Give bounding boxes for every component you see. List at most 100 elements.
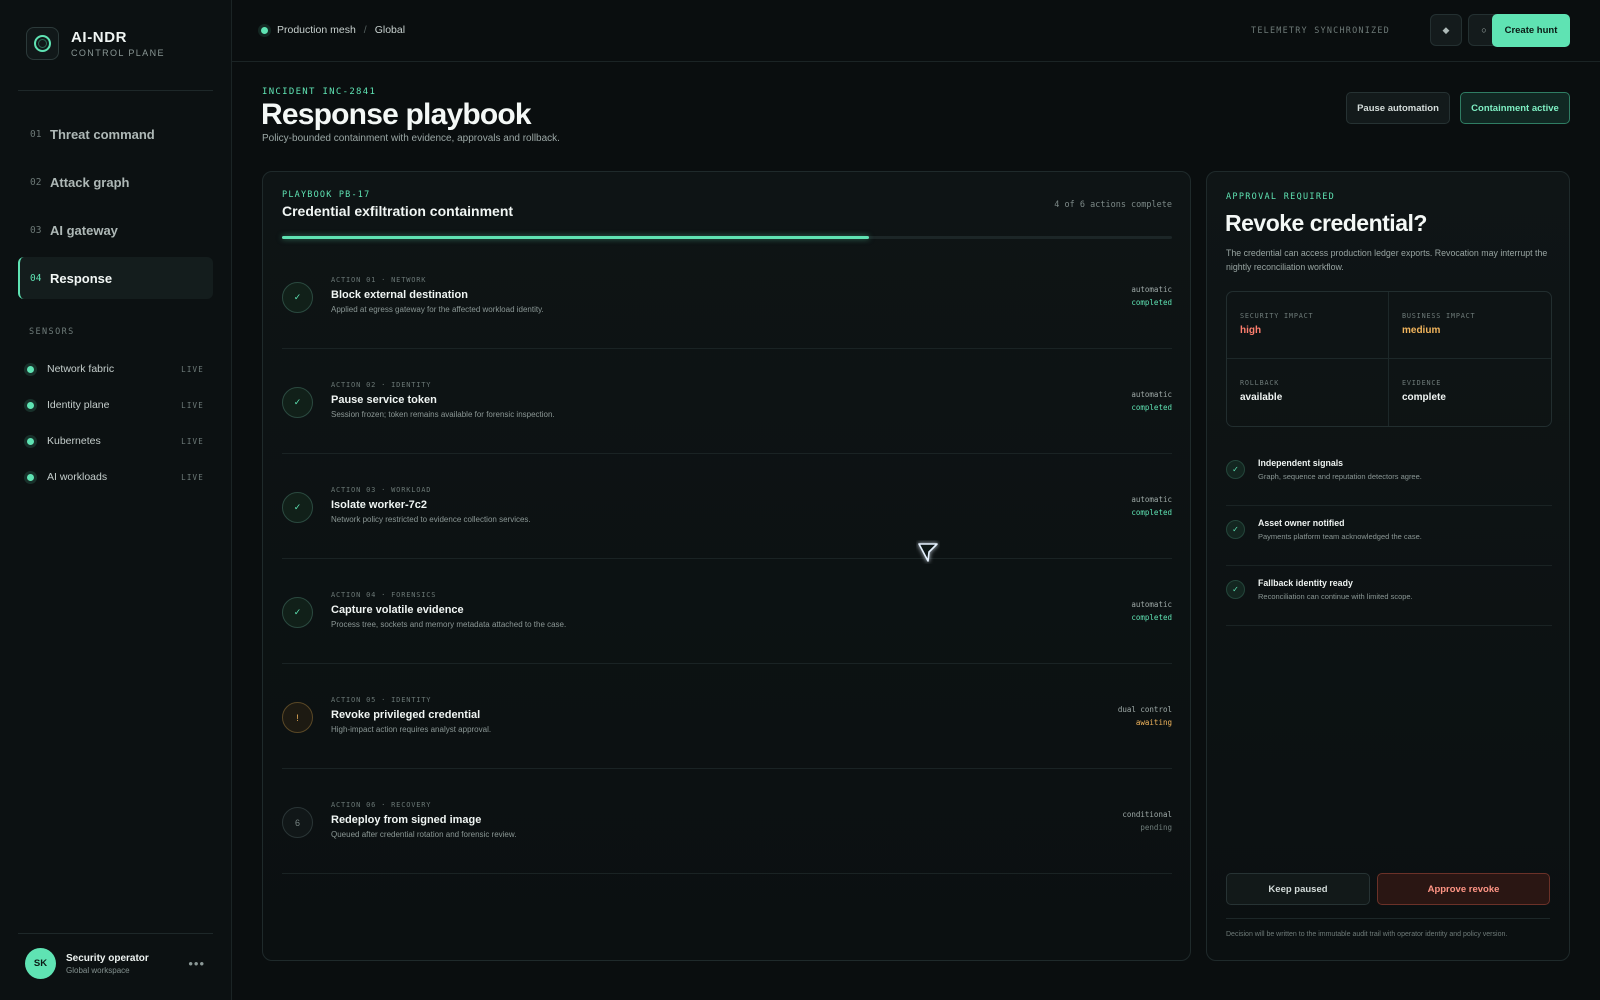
impact-label: SECURITY IMPACT xyxy=(1240,312,1314,320)
approve-revoke-button[interactable]: Approve revoke xyxy=(1377,873,1550,905)
playbook-code: PLAYBOOK PB-17 xyxy=(282,190,371,200)
approval-divider xyxy=(1226,918,1550,919)
telemetry-status: TELEMETRY SYNCHRONIZED xyxy=(1251,26,1390,36)
nav-item-number: 04 xyxy=(30,272,42,284)
action-row[interactable]: ✓ ACTION 04 · FORENSICS Capture volatile… xyxy=(282,559,1172,664)
sensor-status: LIVE xyxy=(181,436,204,446)
impact-value: complete xyxy=(1402,392,1446,403)
check-icon: ✓ xyxy=(1226,520,1245,539)
sidebar-divider xyxy=(18,90,213,91)
brand[interactable]: AI-NDR CONTROL PLANE xyxy=(26,27,165,60)
sensor-network-fabric[interactable]: Network fabric LIVE xyxy=(27,351,204,387)
page-title: Response playbook xyxy=(261,98,532,131)
audit-footnote: Decision will be written to the immutabl… xyxy=(1226,931,1508,938)
warning-icon: ! xyxy=(282,702,313,733)
action-row[interactable]: ! ACTION 05 · IDENTITY Revoke privileged… xyxy=(282,664,1172,769)
keep-paused-button[interactable]: Keep paused xyxy=(1226,873,1370,905)
nav-item-number: 03 xyxy=(30,224,42,236)
action-meta: ACTION 04 · FORENSICS xyxy=(331,591,437,599)
sensor-name: AI workloads xyxy=(47,471,108,483)
sidebar-footer-divider xyxy=(18,933,213,934)
business-impact: BUSINESS IMPACT medium xyxy=(1389,292,1551,359)
action-row[interactable]: ✓ ACTION 02 · IDENTITY Pause service tok… xyxy=(282,349,1172,454)
impact-label: BUSINESS IMPACT xyxy=(1402,312,1476,320)
sensor-identity-plane[interactable]: Identity plane LIVE xyxy=(27,387,204,423)
status-dot-icon xyxy=(27,401,34,409)
nav-item-number: 02 xyxy=(30,176,42,188)
check-icon: ✓ xyxy=(282,387,313,418)
page-subtitle: Policy-bounded containment with evidence… xyxy=(262,133,560,144)
action-row[interactable]: 6 ACTION 06 · RECOVERY Redeploy from sig… xyxy=(282,769,1172,874)
brand-subtitle: CONTROL PLANE xyxy=(71,48,165,58)
breadcrumb-item-production-mesh[interactable]: Production mesh xyxy=(277,24,356,36)
incident-id: INCIDENT INC-2841 xyxy=(262,87,377,97)
breadcrumb-separator: / xyxy=(363,24,367,36)
action-name: Pause service token xyxy=(331,394,437,406)
sensor-ai-workloads[interactable]: AI workloads LIVE xyxy=(27,459,204,495)
action-state: completed xyxy=(1131,298,1172,307)
user-profile[interactable]: SK Security operator Global workspace ••… xyxy=(25,948,205,979)
sensor-kubernetes[interactable]: Kubernetes LIVE xyxy=(27,423,204,459)
action-name: Redeploy from signed image xyxy=(331,814,482,826)
create-hunt-button[interactable]: Create hunt xyxy=(1492,14,1570,47)
impact-value: medium xyxy=(1402,325,1441,336)
action-mode: automatic xyxy=(1131,390,1172,399)
action-description: Process tree, sockets and memory metadat… xyxy=(331,620,567,629)
containment-active-button[interactable]: Containment active xyxy=(1460,92,1570,124)
nav-item-threat-command[interactable]: 01 Threat command xyxy=(18,113,213,155)
action-description: Session frozen; token remains available … xyxy=(331,410,555,419)
action-row[interactable]: ✓ ACTION 01 · NETWORK Block external des… xyxy=(282,244,1172,349)
action-state: completed xyxy=(1131,508,1172,517)
nav-item-response[interactable]: 04 Response xyxy=(18,257,213,299)
sensor-name: Network fabric xyxy=(47,363,115,375)
check-title: Fallback identity ready xyxy=(1258,578,1353,588)
breadcrumb-item-global[interactable]: Global xyxy=(375,24,405,36)
nav-item-attack-graph[interactable]: 02 Attack graph xyxy=(18,161,213,203)
approval-panel: APPROVAL REQUIRED Revoke credential? The… xyxy=(1206,171,1570,961)
sensor-name: Kubernetes xyxy=(47,435,101,447)
action-description: Queued after credential rotation and for… xyxy=(331,830,517,839)
approval-tag: APPROVAL REQUIRED xyxy=(1226,192,1336,202)
sensors-heading: SENSORS xyxy=(29,327,75,337)
more-options-icon[interactable]: ••• xyxy=(188,956,205,971)
pause-automation-button[interactable]: Pause automation xyxy=(1346,92,1450,124)
sensor-name: Identity plane xyxy=(47,399,110,411)
check-description: Graph, sequence and reputation detectors… xyxy=(1258,472,1422,481)
impact-value: available xyxy=(1240,392,1283,403)
check-icon: ✓ xyxy=(282,597,313,628)
action-list: ✓ ACTION 01 · NETWORK Block external des… xyxy=(282,244,1172,874)
playbook-progress-bar xyxy=(282,236,1172,239)
status-dot-icon xyxy=(27,473,34,481)
sensor-status: LIVE xyxy=(181,472,204,482)
brand-title: AI-NDR xyxy=(71,29,128,46)
action-state: completed xyxy=(1131,613,1172,622)
check-title: Asset owner notified xyxy=(1258,518,1345,528)
nav-item-label: Response xyxy=(50,270,113,286)
playbook-progress-fill xyxy=(282,236,870,239)
action-row[interactable]: ✓ ACTION 03 · WORKLOAD Isolate worker-7c… xyxy=(282,454,1172,559)
rollback-status: ROLLBACK available xyxy=(1227,359,1389,426)
action-mode: conditional xyxy=(1122,810,1172,819)
action-description: Applied at egress gateway for the affect… xyxy=(331,305,544,314)
playbook-title: Credential exfiltration containment xyxy=(282,203,514,219)
check-icon: ✓ xyxy=(1226,460,1245,479)
approval-title: Revoke credential? xyxy=(1225,210,1427,236)
action-description: High-impact action requires analyst appr… xyxy=(331,725,492,734)
check-item: ✓ Fallback identity ready Reconciliation… xyxy=(1226,566,1552,626)
approval-checklist: ✓ Independent signals Graph, sequence an… xyxy=(1226,446,1552,626)
action-state: pending xyxy=(1140,823,1172,832)
approval-description: The credential can access production led… xyxy=(1226,248,1548,272)
nav-item-ai-gateway[interactable]: 03 AI gateway xyxy=(18,209,213,251)
action-name: Revoke privileged credential xyxy=(331,709,481,721)
compass-icon-button[interactable]: ◆ xyxy=(1430,14,1462,46)
status-dot-icon xyxy=(27,437,34,445)
top-bar: Production mesh / Global TELEMETRY SYNCH… xyxy=(232,0,1600,62)
action-mode: automatic xyxy=(1131,495,1172,504)
action-description: Network policy restricted to evidence co… xyxy=(331,515,531,524)
action-state: completed xyxy=(1131,403,1172,412)
check-icon: ✓ xyxy=(282,492,313,523)
check-icon: ✓ xyxy=(282,282,313,313)
action-meta: ACTION 02 · IDENTITY xyxy=(331,381,432,389)
impact-grid: SECURITY IMPACT high BUSINESS IMPACT med… xyxy=(1226,291,1552,427)
check-item: ✓ Asset owner notified Payments platform… xyxy=(1226,506,1552,566)
